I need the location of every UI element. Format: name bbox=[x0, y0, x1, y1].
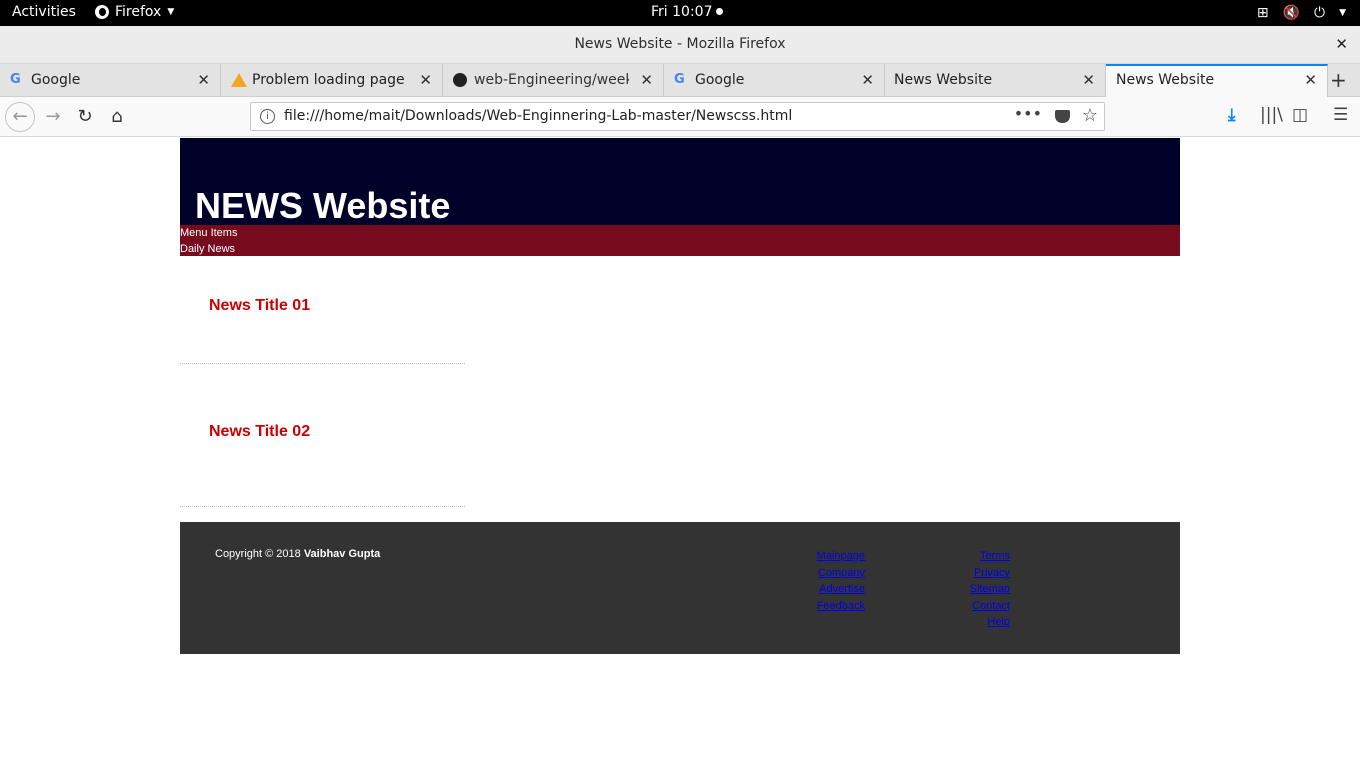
site-menu: Menu Items Daily News bbox=[180, 225, 1180, 256]
tab-google-1[interactable]: G Google ✕ bbox=[0, 64, 221, 97]
menu-item: Daily News bbox=[180, 243, 236, 255]
page-content: NEWS Website Menu Items Daily News News … bbox=[0, 138, 1360, 768]
footer-links-col2: Terms Privacy Sitemap Contact Help bbox=[925, 548, 1010, 631]
tab-label: Google bbox=[31, 72, 81, 88]
system-tray[interactable]: ⊞ 🔇 ⏻ ▼ bbox=[1257, 4, 1346, 22]
url-bar[interactable]: i file:///home/mait/Downloads/Web-Enginn… bbox=[250, 102, 1105, 131]
tab-label: News Website bbox=[1116, 72, 1215, 88]
site-info-icon[interactable]: i bbox=[260, 109, 275, 124]
tab-google-2[interactable]: G Google ✕ bbox=[664, 64, 885, 97]
footer-link-terms[interactable]: Terms bbox=[925, 548, 1010, 565]
tab-close-icon[interactable]: ✕ bbox=[197, 71, 210, 89]
tab-close-icon[interactable]: ✕ bbox=[640, 71, 653, 89]
tab-close-icon[interactable]: ✕ bbox=[1082, 71, 1095, 89]
window-title-bar: News Website - Mozilla Firefox ✕ bbox=[0, 26, 1360, 64]
news-item: News Title 01 bbox=[180, 256, 465, 364]
back-button[interactable]: ← bbox=[5, 102, 35, 132]
author-name: Vaibhav Gupta bbox=[303, 548, 381, 560]
copyright-prefix: Copyright © 2018 bbox=[215, 548, 301, 560]
network-icon: ⊞ bbox=[1256, 5, 1269, 21]
clock-label: Fri 10:07 bbox=[651, 4, 713, 20]
tab-label: Google bbox=[695, 72, 745, 88]
new-tab-button[interactable]: + bbox=[1330, 68, 1347, 92]
system-top-bar: Activities Firefox ▼ Fri 10:07 ⊞ 🔇 ⏻ ▼ bbox=[0, 0, 1360, 26]
warning-icon bbox=[231, 73, 247, 87]
tab-close-icon[interactable]: ✕ bbox=[861, 71, 874, 89]
site-header: NEWS Website bbox=[180, 138, 1180, 226]
github-icon bbox=[453, 73, 467, 87]
google-icon: G bbox=[674, 72, 685, 87]
navigation-toolbar: ← → ↻ ⌂ i file:///home/mait/Downloads/We… bbox=[0, 97, 1360, 137]
download-icon[interactable]: ⤓ bbox=[1228, 105, 1236, 125]
footer-links-col1: Mainpage Company Advertise Feedback bbox=[780, 548, 865, 614]
page-actions-more-icon[interactable]: ••• bbox=[1014, 104, 1042, 123]
pocket-icon[interactable] bbox=[1055, 110, 1070, 123]
reload-button[interactable]: ↻ bbox=[72, 104, 98, 130]
footer-link-advertise[interactable]: Advertise bbox=[780, 581, 865, 598]
power-icon: ⏻ bbox=[1314, 5, 1326, 21]
hamburger-menu-icon[interactable]: ☰ bbox=[1333, 105, 1348, 125]
tab-problem-loading[interactable]: Problem loading page ✕ bbox=[221, 64, 443, 97]
footer-link-mainpage[interactable]: Mainpage bbox=[780, 548, 865, 565]
news-item: News Title 02 bbox=[180, 364, 465, 507]
news-title: News Title 02 bbox=[209, 423, 311, 440]
app-menu-button[interactable]: Firefox ▼ bbox=[95, 4, 174, 20]
footer-link-contact[interactable]: Contact bbox=[925, 598, 1010, 615]
chevron-down-icon: ▼ bbox=[1339, 8, 1346, 18]
footer-link-help[interactable]: Help bbox=[925, 614, 1010, 631]
tab-close-icon[interactable]: ✕ bbox=[1304, 71, 1317, 89]
volume-muted-icon: 🔇 bbox=[1282, 5, 1300, 21]
menu-item: Menu Items bbox=[180, 227, 238, 239]
library-icon[interactable]: |||\ bbox=[1260, 105, 1283, 125]
footer-link-company[interactable]: Company bbox=[780, 565, 865, 582]
tab-news-website-active[interactable]: News Website ✕ bbox=[1106, 64, 1328, 98]
tab-close-icon[interactable]: ✕ bbox=[419, 71, 432, 89]
sidebar-icon[interactable]: ◫ bbox=[1292, 105, 1308, 125]
copyright-text: Copyright © 2018 Vaibhav Gupta bbox=[215, 548, 380, 560]
footer-link-privacy[interactable]: Privacy bbox=[925, 565, 1010, 582]
url-text[interactable]: file:///home/mait/Downloads/Web-Enginner… bbox=[284, 108, 792, 124]
firefox-icon bbox=[95, 5, 109, 19]
tab-news-website-1[interactable]: News Website ✕ bbox=[885, 64, 1106, 97]
notification-dot-icon bbox=[716, 8, 724, 15]
window-title: News Website - Mozilla Firefox bbox=[574, 36, 786, 52]
footer-link-feedback[interactable]: Feedback bbox=[780, 598, 865, 615]
tab-label: Problem loading page bbox=[252, 72, 405, 88]
app-menu-label: Firefox bbox=[115, 4, 162, 20]
tab-label: News Website bbox=[894, 72, 993, 88]
tab-strip: G Google ✕ Problem loading page ✕ web-En… bbox=[0, 64, 1360, 98]
tab-label: web-Engineering/week2 bbox=[474, 72, 629, 88]
site-footer: Copyright © 2018 Vaibhav Gupta Mainpage … bbox=[180, 522, 1180, 654]
clock[interactable]: Fri 10:07 bbox=[651, 4, 724, 20]
footer-link-sitemap[interactable]: Sitemap bbox=[925, 581, 1010, 598]
home-button[interactable]: ⌂ bbox=[104, 104, 130, 130]
chevron-down-icon: ▼ bbox=[167, 7, 175, 17]
forward-button[interactable]: → bbox=[40, 104, 66, 130]
tab-github[interactable]: web-Engineering/week2 ✕ bbox=[443, 64, 664, 97]
news-title: News Title 01 bbox=[209, 297, 311, 314]
window-close-button[interactable]: ✕ bbox=[1335, 35, 1348, 53]
site-title: NEWS Website bbox=[195, 185, 451, 226]
google-icon: G bbox=[10, 72, 21, 87]
activities-button[interactable]: Activities bbox=[12, 4, 76, 20]
bookmark-star-icon[interactable]: ☆ bbox=[1082, 105, 1098, 126]
